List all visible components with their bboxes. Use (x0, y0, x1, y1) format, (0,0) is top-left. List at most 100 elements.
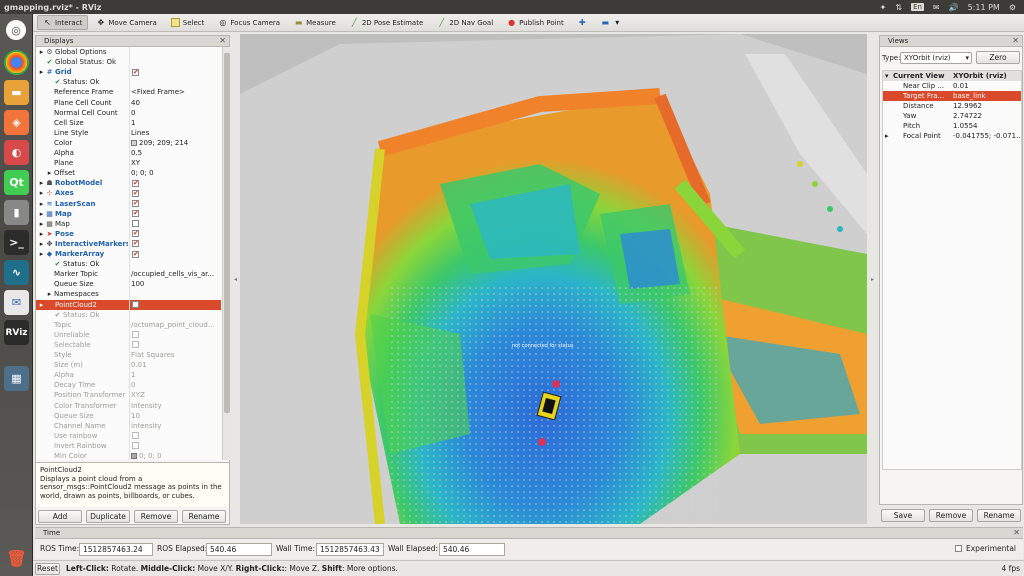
remove-view-button[interactable]: Remove (929, 509, 973, 522)
display-row-value[interactable]: 10 (131, 412, 140, 420)
view-property-value[interactable]: XYOrbit (rviz) (953, 71, 1021, 81)
view-property-row[interactable]: Distance 12.9962 (883, 101, 1021, 111)
expand-arrow-icon[interactable]: ▸ (38, 189, 45, 197)
ros-time-field[interactable]: 1512857463.24 (79, 543, 153, 556)
display-enabled-checkbox[interactable]: ✔ (132, 68, 139, 76)
display-enabled-checkbox[interactable]: ✔ (132, 200, 139, 207)
close-panel-icon[interactable]: ✕ (219, 36, 226, 45)
tool-measure[interactable]: ▬ Measure (288, 15, 342, 30)
tool-interact[interactable]: ↖ Interact (37, 15, 89, 30)
ros-elapsed-field[interactable]: 540.46 (206, 543, 272, 556)
color-swatch[interactable] (131, 453, 137, 459)
power-gear-icon[interactable]: ⚙ (1009, 3, 1016, 12)
tool-move-camera[interactable]: ✥ Move Camera (90, 15, 162, 30)
view-property-row[interactable]: Yaw 2.74722 (883, 111, 1021, 121)
expand-arrow-icon[interactable]: ▸ (38, 220, 45, 228)
view-property-value[interactable]: -0.041755; -0.071... (953, 131, 1021, 141)
expand-arrow-icon[interactable]: ▸ (38, 200, 45, 208)
close-panel-icon[interactable]: ✕ (1013, 528, 1020, 537)
view-property-row[interactable]: Pitch 1.0554 (883, 121, 1021, 131)
tool-focus-camera[interactable]: ◎ Focus Camera (212, 15, 286, 30)
display-row-value[interactable]: 209; 209; 214 (139, 139, 188, 147)
system-monitor-icon[interactable]: ∿ (4, 260, 29, 285)
expand-arrow-icon[interactable]: ▸ (46, 290, 53, 298)
view-property-row[interactable]: Near Clip ... 0.01 (883, 81, 1021, 91)
files-icon[interactable]: ▬ (4, 80, 29, 105)
display-row-value[interactable]: 40 (131, 99, 140, 107)
property-checkbox[interactable] (132, 432, 139, 440)
view-property-row[interactable]: ▾ Current View XYOrbit (rviz) (883, 71, 1021, 81)
display-row-value[interactable]: Flat Squares (131, 351, 175, 359)
display-enabled-checkbox[interactable]: ✔ (132, 250, 139, 258)
expand-arrow-icon[interactable]: ▸ (38, 240, 45, 248)
rename-view-button[interactable]: Rename (977, 509, 1021, 522)
ubuntu-dash-icon[interactable]: ◎ (6, 20, 26, 40)
wall-time-field[interactable]: 1512857463.43 (316, 543, 384, 556)
expand-arrow-icon[interactable]: ▸ (46, 169, 53, 177)
view-property-value[interactable]: 1.0554 (953, 121, 1021, 131)
view-property-value[interactable]: 12.9962 (953, 101, 1021, 111)
display-row-value[interactable]: 1 (131, 119, 135, 127)
render-viewport[interactable]: not connected for status (240, 34, 867, 524)
tool-select[interactable]: Select (165, 15, 211, 30)
expand-arrow-icon[interactable]: ▸ (38, 250, 45, 258)
tool-2d-nav-goal[interactable]: ╱ 2D Nav Goal (431, 15, 499, 30)
display-enabled-checkbox[interactable] (132, 220, 139, 228)
display-row-value[interactable]: 1 (131, 371, 135, 379)
display-row-value[interactable]: Intensity (131, 402, 161, 410)
tool-icon[interactable]: ▮ (4, 200, 29, 225)
chrome-icon[interactable] (4, 50, 29, 75)
reset-button[interactable]: Reset (35, 562, 60, 575)
view-property-value[interactable]: 2.74722 (953, 111, 1021, 121)
expand-arrow-icon[interactable]: ▸ (885, 131, 889, 141)
display-row-value[interactable]: 0; 0; 0 (131, 169, 154, 177)
tool-publish-point[interactable]: ● Publish Point (501, 15, 570, 30)
display-row-value[interactable]: /occupied_cells_vis_ar... (131, 270, 214, 278)
display-row-value[interactable]: Lines (131, 129, 149, 137)
display-row-value[interactable]: 0.01 (131, 361, 147, 369)
tool-remove-tool[interactable]: ▬ ▾ (595, 15, 628, 30)
display-enabled-checkbox[interactable]: ✔ (132, 210, 139, 218)
scrollbar-thumb[interactable] (224, 53, 230, 413)
rviz-icon[interactable]: RViz (4, 320, 29, 345)
expand-arrow-icon[interactable]: ▸ (38, 48, 45, 56)
wall-elapsed-field[interactable]: 540.46 (439, 543, 505, 556)
display-row-value[interactable]: 0; 0; 0 (139, 452, 162, 460)
display-row-value[interactable]: 0 (131, 381, 135, 389)
display-row-value[interactable]: <Fixed Frame> (131, 88, 185, 96)
view-properties-tree[interactable]: ▾ Current View XYOrbit (rviz) Near Clip ...… (882, 70, 1022, 470)
displays-scrollbar[interactable] (222, 47, 230, 460)
display-enabled-checkbox[interactable]: ✔ (132, 240, 139, 248)
expand-arrow-icon[interactable]: ▸ (38, 179, 45, 187)
remove-display-button[interactable]: Remove (134, 510, 178, 523)
mail-client-icon[interactable]: ✉ (4, 290, 29, 315)
view-property-value[interactable]: base_link (953, 91, 1021, 101)
display-row-value[interactable]: intensity (131, 422, 161, 430)
left-panel-collapse-handle[interactable]: ◂ (232, 34, 239, 524)
tool-add-tool[interactable]: ✚ (572, 15, 593, 30)
display-enabled-checkbox[interactable]: ✔ (132, 230, 139, 238)
add-display-button[interactable]: Add (38, 510, 82, 523)
display-row-value[interactable]: XYZ (131, 391, 145, 399)
expand-arrow-icon[interactable]: ▸ (38, 230, 45, 238)
view-property-row[interactable]: Target Fra... base_link (883, 91, 1021, 101)
right-panel-collapse-handle[interactable]: ▸ (869, 34, 876, 524)
property-checkbox[interactable] (132, 341, 139, 349)
clock[interactable]: 5:11 PM (968, 3, 1000, 12)
keyboard-layout-indicator[interactable]: En (911, 3, 924, 11)
display-enabled-checkbox[interactable]: ✔ (132, 189, 139, 197)
duplicate-display-button[interactable]: Duplicate (86, 510, 130, 523)
expand-arrow-icon[interactable]: ▾ (885, 71, 889, 81)
workspace-icon[interactable]: ▦ (4, 366, 29, 391)
network-icon[interactable]: ⇅ (895, 3, 902, 12)
expand-arrow-icon[interactable]: ▸ (38, 210, 45, 218)
display-enabled-checkbox[interactable]: ✔ (132, 179, 139, 187)
expand-arrow-icon[interactable]: ▸ (38, 301, 45, 309)
property-checkbox[interactable] (132, 442, 139, 450)
software-center-icon[interactable]: ◈ (4, 110, 29, 135)
settings-toggle-icon[interactable]: ◐ (4, 140, 29, 165)
color-swatch[interactable] (131, 139, 137, 146)
view-property-row[interactable]: ▸ Focal Point -0.041755; -0.071... (883, 131, 1021, 141)
view-type-select[interactable]: XYOrbit (rviz) ▾ (900, 52, 972, 64)
close-panel-icon[interactable]: ✕ (1012, 36, 1019, 45)
